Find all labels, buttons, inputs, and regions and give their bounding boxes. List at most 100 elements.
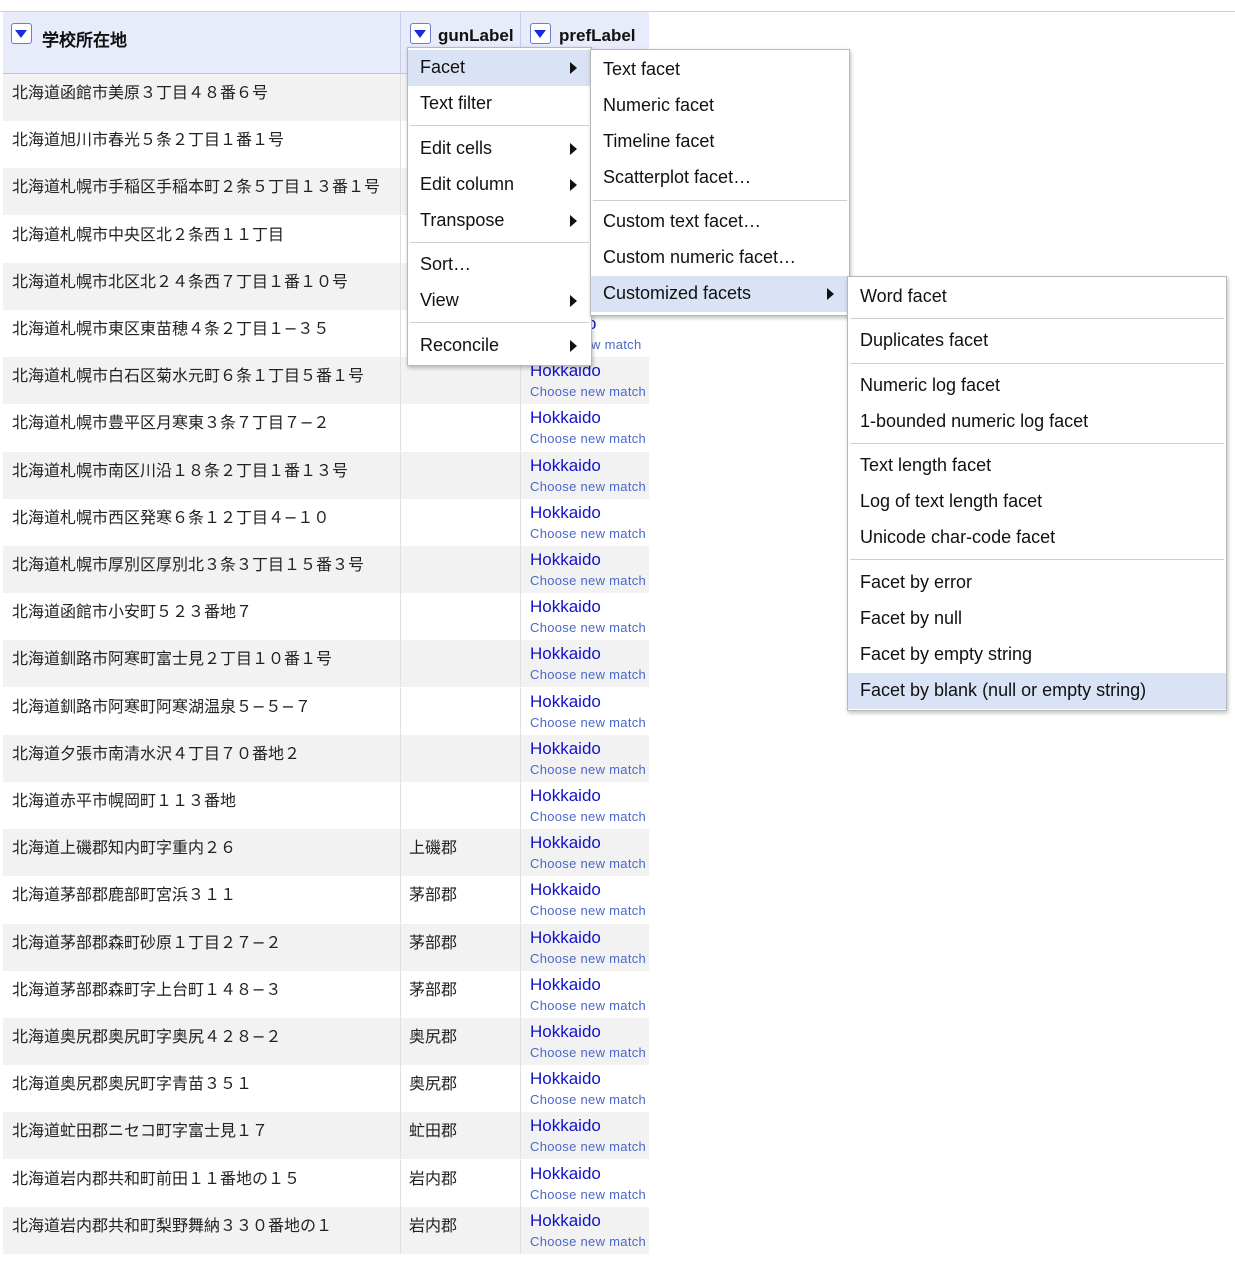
cell-gunlabel: 上磯郡	[401, 829, 521, 877]
reconciled-match-link[interactable]: Hokkaido	[530, 880, 601, 900]
choose-new-match-link[interactable]: Choose new match	[530, 384, 646, 399]
menu-item-duplicates-facet[interactable]: Duplicates facet	[848, 323, 1226, 359]
reconciled-match-link[interactable]: Hokkaido	[530, 408, 601, 428]
menu-item-custom-text-facet[interactable]: Custom text facet…	[591, 204, 849, 240]
cell-gunlabel	[401, 404, 521, 452]
choose-new-match-link[interactable]: Choose new match	[530, 667, 646, 682]
reconciled-match-link[interactable]: Hokkaido	[530, 503, 601, 523]
reconciled-match-link[interactable]: Hokkaido	[530, 597, 601, 617]
cell-preflabel: Hokkaido Choose new match	[521, 1112, 649, 1159]
choose-new-match-link[interactable]: Choose new match	[530, 715, 646, 730]
reconciled-match-link[interactable]: Hokkaido	[530, 456, 601, 476]
reconciled-match-link[interactable]: Hokkaido	[530, 786, 601, 806]
menu-item-log-text-length-facet[interactable]: Log of text length facet	[848, 484, 1226, 520]
menu-item-scatterplot-facet[interactable]: Scatterplot facet…	[591, 160, 849, 196]
column-header-school-address: 学校所在地	[3, 12, 401, 75]
choose-new-match-link[interactable]: Choose new match	[530, 951, 646, 966]
menu-item-facet-by-error[interactable]: Facet by error	[848, 565, 1226, 601]
choose-new-match-link[interactable]: Choose new match	[530, 903, 646, 918]
cell-preflabel: Hokkaido Choose new match	[521, 876, 649, 923]
reconciled-match-link[interactable]: Hokkaido	[530, 692, 601, 712]
reconciled-match-link[interactable]: Hokkaido	[530, 975, 601, 995]
cell-text: 北海道岩内郡共和町前田１１番地の１５	[12, 1168, 301, 1188]
menu-item-word-facet[interactable]: Word facet	[848, 279, 1226, 315]
choose-new-match-link[interactable]: w match	[591, 337, 642, 352]
cell-text: 茅部郡	[409, 932, 458, 952]
cell-text: 北海道岩内郡共和町梨野舞納３３０番地の１	[12, 1215, 333, 1235]
menu-item-facet[interactable]: Facet	[408, 50, 591, 86]
choose-new-match-link[interactable]: Choose new match	[530, 762, 646, 777]
reconciled-match-link[interactable]: Hokkaido	[530, 833, 601, 853]
menu-item-text-facet[interactable]: Text facet	[591, 52, 849, 88]
cell-school-address: 北海道赤平市幌岡町１１３番地	[3, 782, 401, 829]
choose-new-match-link[interactable]: Choose new match	[530, 431, 646, 446]
menu-item-customized-facets[interactable]: Customized facets	[591, 276, 849, 312]
reconciled-match-link[interactable]: Hokkaido	[530, 1022, 601, 1042]
menu-item-view[interactable]: View	[408, 283, 591, 319]
cell-text: 北海道茅部郡森町砂原１丁目２７−２	[12, 932, 282, 952]
table-row: 北海道札幌市豊平区月寒東３条７丁目７−２ Hokkaido Choose new m…	[3, 404, 649, 452]
cell-text: 奥尻郡	[409, 1074, 458, 1094]
menu-item-edit-column[interactable]: Edit column	[408, 167, 591, 203]
table-row: 北海道上磯郡知内町字重内２６ 上磯郡 Hokkaido Choose new matc…	[3, 829, 649, 877]
choose-new-match-link[interactable]: Choose new match	[530, 1187, 646, 1202]
menu-item-facet-by-empty-string[interactable]: Facet by empty string	[848, 637, 1226, 673]
choose-new-match-link[interactable]: Choose new match	[530, 620, 646, 635]
table-row: 北海道岩内郡共和町梨野舞納３３０番地の１ 岩内郡 Hokkaido Choose ne…	[3, 1206, 649, 1254]
choose-new-match-link[interactable]: Choose new match	[530, 1234, 646, 1249]
cell-school-address: 北海道岩内郡共和町梨野舞納３３０番地の１	[3, 1206, 401, 1254]
cell-gunlabel: 茅部郡	[401, 970, 521, 1018]
menu-item-facet-by-blank[interactable]: Facet by blank (null or empty string)	[848, 673, 1226, 709]
cell-preflabel: Hokkaido Choose new match	[521, 593, 649, 640]
cell-gunlabel	[401, 546, 521, 593]
choose-new-match-link[interactable]: Choose new match	[530, 479, 646, 494]
cell-school-address: 北海道札幌市西区発寒６条１２丁目４−１０	[3, 498, 401, 546]
column-menu-dropdown-icon[interactable]	[410, 23, 431, 44]
menu-item-bounded-log-facet[interactable]: 1-bounded numeric log facet	[848, 404, 1226, 440]
choose-new-match-link[interactable]: Choose new match	[530, 1092, 646, 1107]
reconciled-match-link[interactable]: Hokkaido	[530, 1116, 601, 1136]
menu-item-edit-cells[interactable]: Edit cells	[408, 131, 591, 167]
menu-item-numeric-log-facet[interactable]: Numeric log facet	[848, 368, 1226, 404]
cell-preflabel: Hokkaido Choose new match	[521, 688, 649, 735]
reconciled-match-link[interactable]: Hokkaido	[530, 644, 601, 664]
column-menu-dropdown-icon[interactable]	[530, 23, 551, 44]
cell-school-address: 北海道札幌市厚別区厚別北３条３丁目１５番３号	[3, 546, 401, 593]
choose-new-match-link[interactable]: Choose new match	[530, 1045, 646, 1060]
column-menu-dropdown-icon[interactable]	[11, 23, 32, 44]
reconciled-match-link[interactable]: Hokkaido	[530, 739, 601, 759]
cell-text: 北海道函館市小安町５２３番地７	[12, 602, 253, 622]
menu-item-sort[interactable]: Sort…	[408, 247, 591, 283]
menu-item-numeric-facet[interactable]: Numeric facet	[591, 88, 849, 124]
cell-preflabel: Hokkaido Choose new match	[521, 1160, 649, 1207]
choose-new-match-link[interactable]: Choose new match	[530, 998, 646, 1013]
cell-preflabel: Hokkaido Choose new match	[521, 924, 649, 971]
menu-item-reconcile[interactable]: Reconcile	[408, 328, 591, 364]
reconciled-match-link[interactable]: Hokkaido	[530, 550, 601, 570]
choose-new-match-link[interactable]: Choose new match	[530, 526, 646, 541]
cell-text: 北海道夕張市南清水沢４丁目７０番地２	[12, 743, 301, 763]
menu-item-custom-numeric-facet[interactable]: Custom numeric facet…	[591, 240, 849, 276]
menu-divider	[410, 322, 589, 323]
reconciled-match-link[interactable]: Hokkaido	[530, 928, 601, 948]
menu-item-facet-by-null[interactable]: Facet by null	[848, 601, 1226, 637]
menu-divider	[850, 318, 1224, 319]
choose-new-match-link[interactable]: Choose new match	[530, 809, 646, 824]
cell-school-address: 北海道釧路市阿寒町阿寒湖温泉５−５−７	[3, 687, 401, 735]
cell-school-address: 北海道岩内郡共和町前田１１番地の１５	[3, 1159, 401, 1207]
cell-preflabel: Hokkaido Choose new match	[521, 1207, 649, 1254]
cell-school-address: 北海道札幌市東区東苗穂４条２丁目１−３５	[3, 310, 401, 357]
menu-item-text-length-facet[interactable]: Text length facet	[848, 448, 1226, 484]
choose-new-match-link[interactable]: Choose new match	[530, 1139, 646, 1154]
menu-item-transpose[interactable]: Transpose	[408, 203, 591, 239]
menu-item-text-filter[interactable]: Text filter	[408, 86, 591, 122]
cell-text: 北海道旭川市春光５条２丁目１番１号	[12, 130, 285, 150]
column-header-label: prefLabel	[559, 26, 636, 45]
choose-new-match-link[interactable]: Choose new match	[530, 856, 646, 871]
choose-new-match-link[interactable]: Choose new match	[530, 573, 646, 588]
reconciled-match-link[interactable]: Hokkaido	[530, 1211, 601, 1231]
reconciled-match-link[interactable]: Hokkaido	[530, 1164, 601, 1184]
reconciled-match-link[interactable]: Hokkaido	[530, 1069, 601, 1089]
menu-item-timeline-facet[interactable]: Timeline facet	[591, 124, 849, 160]
menu-item-unicode-facet[interactable]: Unicode char-code facet	[848, 520, 1226, 556]
